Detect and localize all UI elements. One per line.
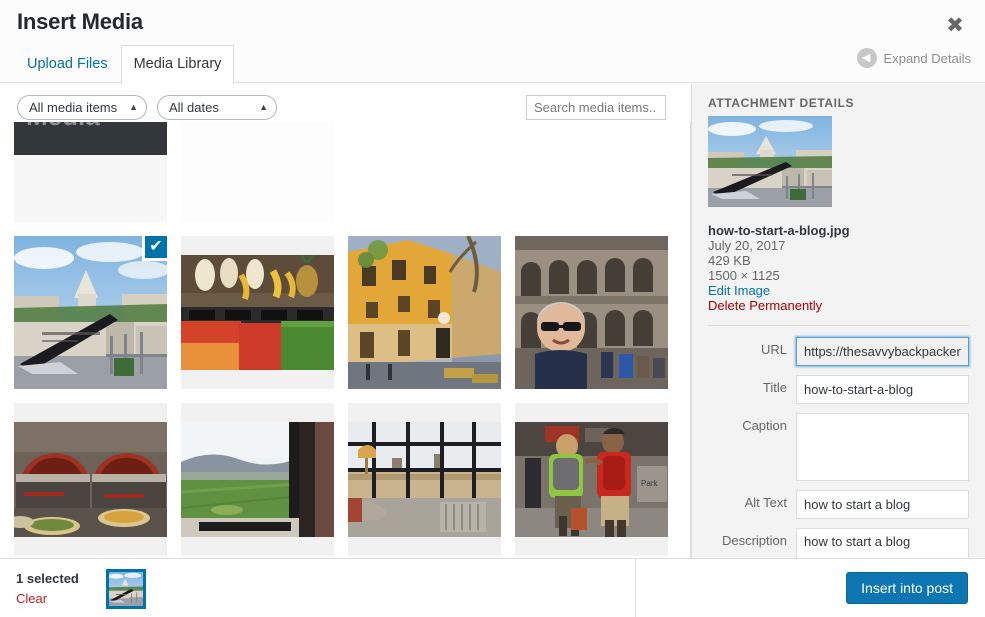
thumbnail-train-window-view (181, 403, 334, 556)
delete-permanently-link[interactable]: Delete Permanently (708, 298, 969, 313)
caption-label: Caption (742, 418, 787, 433)
attachment-fields: URL Title Caption Alt Text Description (692, 326, 985, 558)
alt-text-field[interactable] (796, 490, 969, 519)
attachment-details-heading: ATTACHMENT DETAILS (708, 96, 855, 110)
field-row-alt-text: Alt Text (708, 490, 969, 519)
expand-details-label: Expand Details (883, 50, 971, 66)
attachment-item[interactable] (181, 122, 334, 222)
modal-footer: 1 selected Clear Insert into post (0, 558, 985, 617)
thumbnail-cafe-window-rooftops (348, 403, 501, 556)
tab-media-library[interactable]: Media Library (120, 45, 235, 84)
thumbnail-blank-placeholder-1 (348, 122, 501, 222)
attachments-grid-region[interactable]: Media (0, 122, 691, 558)
attachment-details-pane: ATTACHMENT DETAILS how-to-start-a-blog.j… (691, 84, 985, 558)
field-row-url: URL (708, 337, 969, 366)
svg-text:Park: Park (641, 479, 658, 488)
media-type-filter-select[interactable]: All media items ▲▼ (17, 95, 147, 135)
thumbnail-travelers-with-backpacks: Park (515, 403, 668, 556)
footer-divider (635, 559, 636, 617)
selected-item-thumbnail[interactable] (106, 569, 146, 609)
description-label: Description (721, 533, 787, 548)
attachment-item[interactable] (14, 403, 167, 556)
attachment-details-body (692, 116, 985, 207)
modal-tabs: Upload Files Media Library (14, 45, 235, 84)
attachment-filesize: 429 KB (708, 253, 751, 268)
page-title: Insert Media (17, 9, 143, 34)
field-row-description: Description (708, 528, 969, 558)
insert-into-post-button[interactable]: Insert into post (846, 572, 968, 604)
thumbnail-colosseum-selfie (515, 236, 668, 389)
tab-upload-files[interactable]: Upload Files (14, 45, 121, 83)
attachment-preview-thumbnail[interactable] (708, 116, 832, 207)
attachment-item[interactable] (515, 236, 668, 389)
thumbnail-wordpress-dashboard-screenshot (181, 122, 334, 222)
thumbnail-market-fruit-stand (181, 236, 334, 389)
search-input[interactable] (526, 95, 666, 120)
insert-media-modal: Insert Media ✖ ◀ Expand Details Upload F… (0, 0, 985, 617)
date-filter-value: All dates (169, 100, 219, 115)
thumbnail-wordpress-media-screenshot: Media (14, 122, 167, 222)
alt-text-label: Alt Text (744, 495, 787, 510)
date-filter-select[interactable]: All dates ▲▼ (157, 95, 277, 135)
check-icon[interactable]: ✔ (142, 233, 170, 261)
thumbnail-pizza-ovens (14, 403, 167, 556)
selected-count-label: 1 selected (16, 571, 79, 586)
edit-image-link[interactable]: Edit Image (708, 283, 969, 298)
attachment-item-selected[interactable]: ✔ (14, 233, 170, 389)
attachment-item[interactable] (181, 403, 334, 556)
attachment-filename: how-to-start-a-blog.jpg (708, 223, 850, 238)
thumbnail-blank-placeholder-2 (515, 122, 668, 222)
attachments-grid: Media (14, 122, 690, 558)
field-row-title: Title (708, 375, 969, 404)
expand-details-button[interactable]: ◀ Expand Details (856, 48, 971, 68)
attachment-item[interactable] (348, 122, 501, 222)
selection-info: 1 selected Clear (16, 570, 79, 608)
attachment-item[interactable] (515, 122, 668, 222)
url-field[interactable] (796, 337, 969, 366)
modal-header: Insert Media ✖ ◀ Expand Details Upload F… (0, 0, 985, 84)
svg-text:Media: Media (26, 122, 100, 131)
attachment-item[interactable]: Park (515, 403, 668, 556)
clear-selection-link[interactable]: Clear (16, 590, 47, 608)
media-type-filter-value: All media items (29, 100, 118, 115)
attachment-item[interactable] (181, 236, 334, 389)
thumbnail-yellow-building-corner (348, 236, 501, 389)
url-label: URL (760, 342, 787, 357)
attachment-meta: how-to-start-a-blog.jpg July 20, 2017 42… (692, 207, 985, 313)
caption-field[interactable] (796, 413, 969, 481)
attachment-item[interactable] (348, 236, 501, 389)
attachment-dimensions: 1500 × 1125 (708, 268, 780, 283)
close-icon[interactable]: ✖ (934, 9, 976, 43)
title-field[interactable] (796, 375, 969, 404)
attachment-item[interactable]: Media (14, 122, 167, 222)
field-row-caption: Caption (708, 413, 969, 481)
chevron-left-icon: ◀ (856, 48, 877, 68)
library-toolbar: All media items ▲▼ All dates ▲▼ (0, 84, 691, 135)
attachment-date: July 20, 2017 (708, 238, 786, 253)
description-field[interactable] (796, 528, 969, 558)
title-label: Title (762, 380, 787, 395)
attachment-item[interactable] (348, 403, 501, 556)
